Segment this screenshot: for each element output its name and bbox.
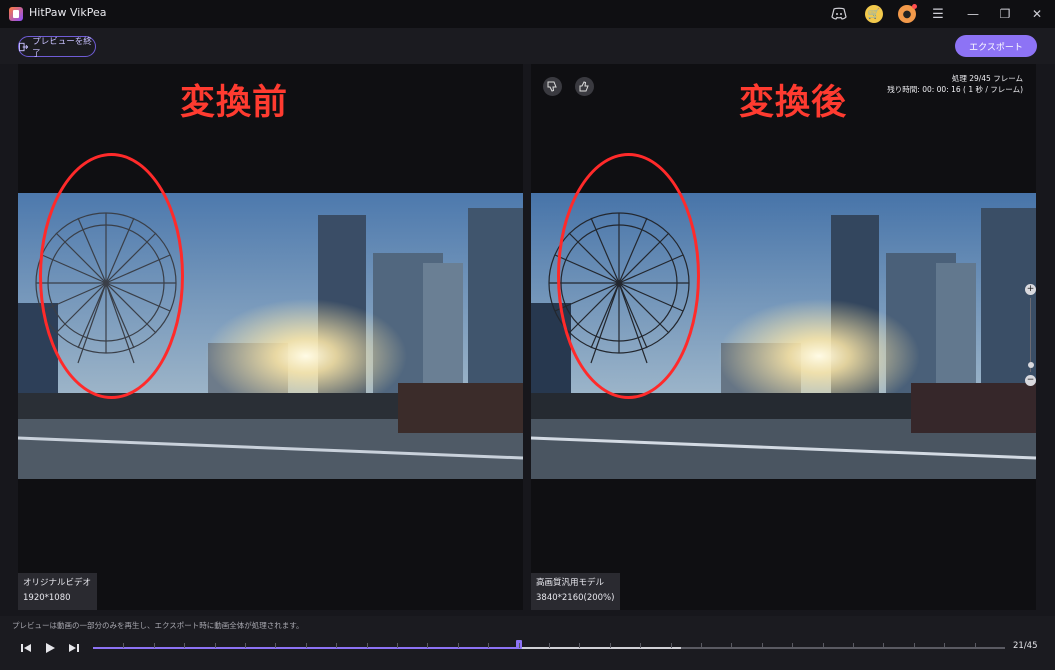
timeline-tick [275,643,277,648]
previous-frame-button[interactable] [18,640,34,656]
thumbs-up-icon [579,81,589,92]
timeline-tick [305,643,307,648]
export-button[interactable]: エクスポート [955,35,1037,57]
exit-preview-button[interactable]: プレビューを終了 [18,36,96,59]
zoom-handle[interactable] [1028,361,1034,368]
after-annotation: 変換後 [739,83,848,123]
timeline-tick [883,643,885,648]
timeline-tick [822,643,824,648]
timeline-tick [549,643,550,648]
zoom-out-button[interactable]: − [1025,375,1036,386]
highlight-ellipse [557,153,700,399]
thumbs-down-icon [547,81,557,92]
thumbs-down-button[interactable] [543,77,562,96]
menu-icon[interactable]: ☰ [929,5,947,23]
previous-frame-icon [21,644,31,652]
app-title: HitPaw VikPea [29,6,107,19]
timeline-tick [427,643,429,648]
frame-counter: 21/45 [1013,641,1038,651]
timeline[interactable] [93,640,1005,650]
preview-hint: プレビューは動画の一部分のみを再生し、エクスポート時に動画全体が処理されます。 [12,621,304,630]
timeline-tick [457,643,459,648]
close-icon[interactable]: ✕ [1028,5,1046,23]
timeline-tick [974,643,976,648]
original-preview-panel: 変換前 オリジナルビデオ 1920*1080 [18,64,523,610]
processing-status: 処理 29/45 フレーム 残り時間: 00: 00: 16 ( 1 秒 / フ… [887,73,1023,95]
output-info: 高画質汎用モデル 3840*2160(200%) [531,573,621,610]
minimize-icon[interactable]: — [964,5,982,23]
play-icon [46,643,55,653]
timeline-tick [518,643,520,648]
timeline-tick [913,643,915,648]
toolbar: プレビューを終了 エクスポート [0,28,1055,64]
thumbs-up-button[interactable] [575,77,594,96]
processed-frames-label: 処理 29/45 フレーム [951,74,1023,83]
zoom-track[interactable] [1030,298,1031,372]
timeline-tick [761,643,763,648]
highlight-ellipse [39,153,184,399]
timeline-tick [701,643,702,648]
timeline-tick [214,643,216,648]
source-info: オリジナルビデオ 1920*1080 [18,573,98,610]
timeline-tick [488,643,490,648]
playback-bar: プレビューは動画の一部分のみを再生し、エクスポート時に動画全体が処理されます。 … [0,616,1055,670]
resolution-label: 1920*1080 [23,593,71,603]
next-frame-button[interactable] [66,640,82,656]
timeline-tick [245,643,246,648]
timeline-tick [853,643,854,648]
timeline-tick [184,643,186,648]
timeline-tick [640,643,642,648]
model-label: オリジナルビデオ [23,578,92,588]
zoom-in-button[interactable]: + [1025,284,1036,295]
timeline-tick [731,643,733,648]
exit-icon [19,42,29,51]
timeline-tick [792,643,794,648]
title-bar: HitPaw VikPea 🛒 ● ☰ — ❐ ✕ [0,0,1055,28]
timeline-tick [123,643,125,648]
timeline-processed [518,647,681,649]
timeline-tick [153,643,155,648]
timeline-tick [670,643,672,648]
exit-preview-label: プレビューを終了 [32,36,92,59]
cart-icon[interactable]: 🛒 [865,5,883,23]
timeline-tick [366,643,368,648]
before-annotation: 変換前 [180,83,289,123]
zoom-slider[interactable]: + − [1025,284,1037,386]
timeline-tick [609,643,611,648]
restore-icon[interactable]: ❐ [996,5,1014,23]
timeline-tick [336,643,338,648]
model-label: 高画質汎用モデル [536,578,605,588]
timeline-tick [944,643,946,648]
account-icon[interactable]: ● [898,4,917,23]
discord-icon[interactable] [830,5,848,23]
resolution-label: 3840*2160(200%) [536,593,615,603]
next-frame-icon [69,644,79,652]
app-logo-icon [9,7,23,21]
remaining-time-label: 残り時間: 00: 00: 16 ( 1 秒 / フレーム) [887,85,1023,94]
enhanced-preview-panel: 変換後 処理 29/45 フレーム 残り時間: 00: 00: 16 ( 1 秒… [531,64,1036,610]
timeline-tick [397,643,398,648]
timeline-tick [579,643,581,648]
play-button[interactable] [42,640,58,656]
